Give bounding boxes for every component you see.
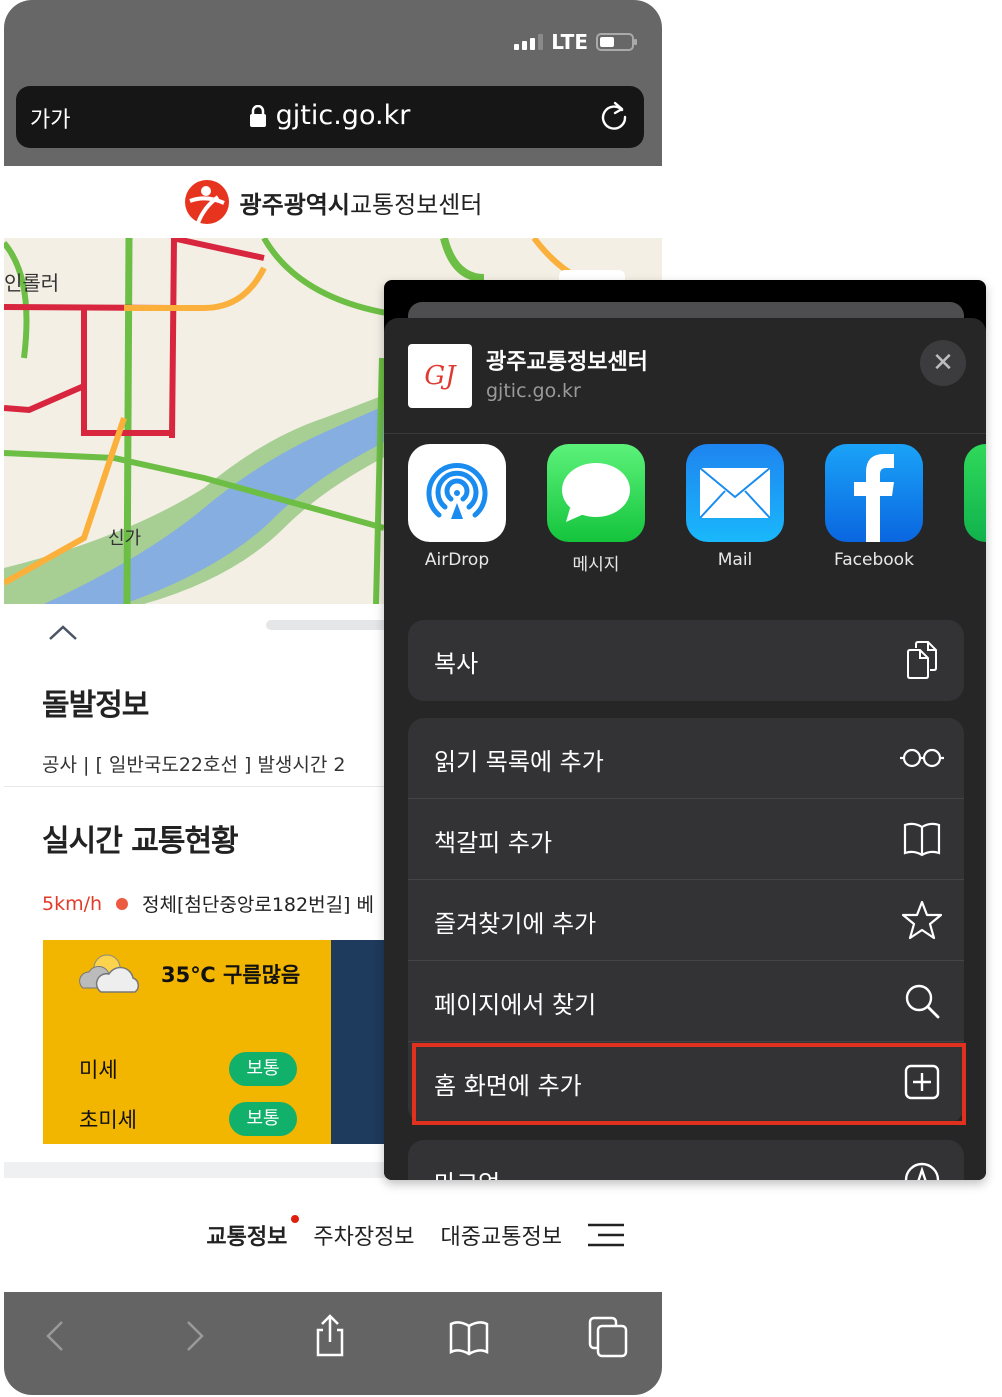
ultra-fine-dust-badge: 보통 [229,1102,297,1136]
signal-icon [514,34,544,50]
action-add-reading-list[interactable]: 읽기 목록에 추가 [408,718,964,799]
action-markup[interactable]: 마크업 [408,1140,964,1180]
reload-icon[interactable] [598,100,630,132]
network-label: LTE [551,30,588,54]
battery-icon [596,33,637,51]
weather-card[interactable]: 35℃ 구름많음 미세 보통 초미세 보통 [43,940,331,1144]
tabs-icon[interactable] [586,1314,630,1358]
safari-toolbar [4,1292,662,1395]
action-group-markup: 마크업 [408,1140,964,1180]
facebook-icon [825,444,923,542]
traffic-ticker[interactable]: 5km/h 정체[첨단중앙로182번길] 베 [42,890,374,917]
back-icon[interactable] [34,1314,78,1358]
close-icon: ✕ [932,348,954,378]
close-button[interactable]: ✕ [920,340,966,386]
markup-icon [904,1162,940,1180]
share-header: GJ 광주교통정보센터 gjtic.go.kr ✕ [384,318,986,434]
action-label: 마크업 [434,1164,500,1180]
map-label-1: 인롤러 [4,271,59,295]
site-bottom-nav: 교통정보 주차장정보 대중교통정보 [4,1210,662,1260]
action-label: 책갈피 추가 [434,829,553,857]
traffic-title: 실시간 교통현황 [42,824,239,859]
chevron-up-icon[interactable] [48,624,78,642]
bookmarks-icon[interactable] [447,1314,491,1358]
mail-icon [686,444,784,542]
site-favicon: GJ [408,344,472,408]
action-find-on-page[interactable]: 페이지에서 찾기 [408,961,964,1042]
nav-parking-info[interactable]: 주차장정보 [313,1219,414,1251]
logo-text: 교통정보센터 [349,190,483,219]
nav-traffic-info[interactable]: 교통정보 [206,1215,300,1251]
app-label: AirDrop [424,550,490,570]
share-app-partial[interactable] [964,444,986,575]
status-bar: LTE [514,30,637,54]
app-label: 메시지 [572,555,620,575]
ultra-fine-dust-label: 초미세 [79,1108,137,1132]
share-apps-row: AirDrop 메시지 Mail Facebook [408,444,986,575]
search-icon [905,984,940,1019]
action-label: 페이지에서 찾기 [434,991,597,1019]
book-icon [903,822,941,857]
share-app-messages[interactable]: 메시지 [547,444,645,575]
share-app-facebook[interactable]: Facebook [825,444,923,575]
share-app-mail[interactable]: Mail [686,444,784,575]
glasses-icon [900,748,944,768]
secondary-card[interactable] [331,940,391,1144]
congestion-dot-icon [116,897,129,910]
share-url: gjtic.go.kr [486,380,581,402]
action-add-favorites[interactable]: 즐겨찾기에 추가 [408,880,964,961]
logo-emblem-icon [184,180,229,224]
action-group-copy: 복사 [408,620,964,701]
app-label: Mail [717,550,753,570]
star-icon [902,900,942,940]
action-label: 복사 [434,650,479,678]
share-app-airdrop[interactable]: AirDrop [408,444,506,575]
fine-dust-label: 미세 [79,1058,118,1082]
action-label: 즐겨찾기에 추가 [434,910,597,938]
airdrop-icon [408,444,506,542]
action-add-bookmark[interactable]: 책갈피 추가 [408,799,964,880]
highlight-box [412,1043,966,1125]
lock-icon [249,104,266,127]
share-icon[interactable] [308,1314,352,1358]
nav-transit-info[interactable]: 대중교통정보 [441,1219,562,1251]
partly-cloudy-icon [79,954,139,993]
copy-icon [907,641,937,679]
incident-item[interactable]: 공사 | [ 일반국도22호선 ] 발생시간 2 [42,750,346,777]
address-bar[interactable]: 가가 gjtic.go.kr [16,86,644,148]
weather-temp: 35℃ 구름많음 [161,963,301,987]
traffic-speed: 5km/h [42,892,103,915]
logo-text-bold: 광주광역시 [239,190,350,219]
action-label: 읽기 목록에 추가 [434,748,604,776]
incident-title: 돌발정보 [42,688,149,723]
safari-top-bar: LTE 가가 gjtic.go.kr [4,0,662,166]
messages-icon [547,444,645,542]
url-text[interactable]: gjtic.go.kr [276,100,411,131]
forward-icon[interactable] [172,1314,216,1358]
app-icon-partial [964,444,986,542]
traffic-status: 정체[첨단중앙로182번길] 베 [142,894,374,916]
map-label-2: 신가 [108,528,141,549]
app-label: Facebook [834,550,914,570]
share-title: 광주교통정보센터 [486,350,648,375]
hamburger-menu-icon[interactable] [588,1223,624,1247]
fine-dust-badge: 보통 [229,1052,297,1086]
action-copy[interactable]: 복사 [408,620,964,701]
site-logo[interactable]: 광주광역시교통정보센터 [4,166,662,238]
